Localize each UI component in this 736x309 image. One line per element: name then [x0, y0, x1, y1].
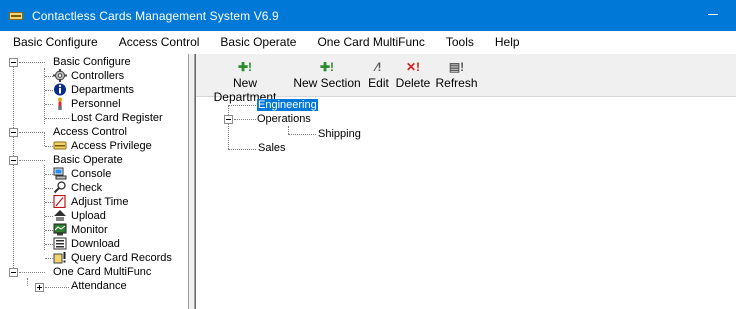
tree-item-access-control[interactable]: Access Control — [53, 125, 127, 139]
tree-item-basic-operate[interactable]: Basic Operate — [53, 153, 123, 167]
monitor-icon — [53, 223, 67, 236]
tree-item-departments[interactable]: Departments — [71, 83, 134, 97]
tree-line — [45, 104, 53, 105]
add-section-icon: ✚! — [319, 60, 335, 74]
menu-help[interactable]: Help — [495, 35, 520, 49]
tree-line — [45, 230, 53, 231]
menu-basic-configure[interactable]: Basic Configure — [13, 35, 98, 49]
tree-line — [19, 272, 45, 273]
tree-line — [44, 133, 45, 146]
tree-item-one-card-multifunc[interactable]: One Card MultiFunc — [53, 265, 151, 279]
tree-line — [228, 149, 256, 150]
tree-line — [45, 90, 53, 91]
expander-basic-operate[interactable] — [9, 156, 18, 165]
expander-basic-configure[interactable] — [9, 58, 18, 67]
menu-tools[interactable]: Tools — [446, 35, 474, 49]
refresh-icon: ▤! — [448, 60, 465, 74]
tree-line — [27, 278, 28, 286]
delete-icon: ✕! — [405, 60, 421, 74]
tree-line — [45, 287, 69, 288]
tree-line — [45, 188, 53, 189]
tree-item-console[interactable]: Console — [71, 167, 111, 181]
tree-item-lost-card-register[interactable]: Lost Card Register — [71, 111, 163, 125]
tree-item-attendance[interactable]: Attendance — [71, 279, 127, 293]
department-shipping[interactable]: Shipping — [318, 128, 361, 141]
menu-access-control[interactable]: Access Control — [119, 35, 200, 49]
edit-label: Edit — [368, 76, 389, 90]
magnifier-icon — [53, 181, 67, 194]
tree-line — [228, 105, 256, 106]
expander-operations[interactable] — [224, 115, 233, 124]
department-operations[interactable]: Operations — [257, 113, 311, 126]
tree-line — [288, 134, 316, 135]
expander-one-card-multifunc[interactable] — [9, 268, 18, 277]
delete-button[interactable]: ✕! Delete — [395, 56, 431, 94]
edit-button[interactable]: ⁄! Edit — [365, 56, 392, 94]
menu-basic-operate[interactable]: Basic Operate — [220, 35, 296, 49]
tree-line — [45, 216, 53, 217]
minimize-button[interactable] — [708, 14, 718, 15]
panel-splitter[interactable] — [188, 54, 195, 309]
tree-item-adjust-time[interactable]: Adjust Time — [71, 195, 128, 209]
menu-bar: Basic Configure Access Control Basic Ope… — [0, 31, 736, 53]
new-section-label: New Section — [293, 76, 361, 90]
tree-item-query-card-records[interactable]: Query Card Records — [71, 251, 172, 265]
tree-line — [19, 62, 45, 63]
refresh-label: Refresh — [435, 76, 478, 90]
controllers-icon — [53, 69, 67, 82]
menu-one-card-multifunc[interactable]: One Card MultiFunc — [317, 35, 424, 49]
tree-item-check[interactable]: Check — [71, 181, 102, 195]
tree-line — [45, 174, 53, 175]
person-icon — [53, 97, 67, 110]
title-bar: Contactless Cards Management System V6.9 — [0, 0, 736, 31]
toolbar: ✚! New Department ✚! New Section ⁄! Edit… — [196, 54, 736, 104]
tree-line — [19, 132, 45, 133]
app-card-icon — [9, 10, 25, 22]
tree-item-monitor[interactable]: Monitor — [71, 223, 108, 237]
tree-item-download[interactable]: Download — [71, 237, 120, 251]
tree-line — [13, 67, 14, 270]
delete-label: Delete — [395, 76, 431, 90]
tree-line — [45, 258, 53, 259]
refresh-button[interactable]: ▤! Refresh — [434, 56, 479, 94]
department-panel: ✚! New Department ✚! New Section ⁄! Edit… — [195, 54, 736, 309]
edit-icon: ⁄! — [375, 60, 382, 74]
tree-item-controllers[interactable]: Controllers — [71, 69, 124, 83]
tree-line — [45, 202, 53, 203]
expander-access-control[interactable] — [9, 128, 18, 137]
download-icon — [53, 237, 67, 250]
expander-attendance[interactable] — [35, 283, 44, 292]
new-department-button[interactable]: ✚! New Department — [201, 56, 289, 104]
window-title: Contactless Cards Management System V6.9 — [32, 8, 279, 23]
tree-line — [228, 105, 229, 149]
tree-line — [45, 118, 69, 119]
tree-line — [19, 160, 45, 161]
add-department-icon: ✚! — [237, 60, 253, 74]
tree-line — [44, 165, 45, 250]
department-engineering-label: Engineering — [257, 99, 318, 111]
upload-icon — [53, 209, 67, 222]
tree-item-upload[interactable]: Upload — [71, 209, 106, 223]
navigation-tree: Basic Configure Controllers Departments … — [0, 54, 188, 309]
tree-item-basic-configure[interactable]: Basic Configure — [53, 55, 131, 69]
department-engineering[interactable]: Engineering — [257, 99, 318, 112]
department-sales[interactable]: Sales — [258, 142, 286, 155]
console-icon — [53, 167, 67, 180]
adjust-time-icon — [53, 194, 67, 209]
new-section-button[interactable]: ✚! New Section — [292, 56, 362, 94]
tree-item-access-privilege[interactable]: Access Privilege — [71, 139, 152, 153]
tree-line — [288, 126, 289, 134]
tree-line — [45, 244, 53, 245]
tree-item-personnel[interactable]: Personnel — [71, 97, 121, 111]
card-key-icon — [53, 139, 67, 152]
tree-line — [45, 76, 53, 77]
tree-line — [234, 119, 256, 120]
info-icon — [53, 83, 67, 96]
query-records-icon — [53, 251, 67, 264]
tree-line — [45, 146, 53, 147]
